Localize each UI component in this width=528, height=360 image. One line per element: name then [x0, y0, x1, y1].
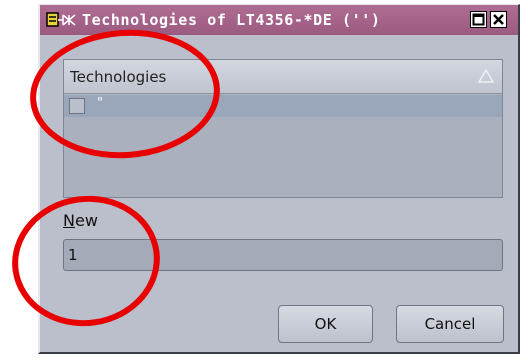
close-icon [493, 14, 504, 25]
maximize-button[interactable] [470, 11, 487, 28]
close-button[interactable] [490, 11, 507, 28]
window-menu-icon[interactable] [46, 11, 76, 29]
window-title: Technologies of LT4356-*DE ('') [82, 11, 381, 29]
cancel-button[interactable]: Cancel [396, 305, 504, 343]
screenshot-page: Technologies of LT4356-*DE ('') Technolo… [0, 0, 528, 360]
maximize-icon [472, 13, 485, 26]
sort-ascending-icon [478, 69, 494, 83]
ok-button[interactable]: OK [278, 305, 373, 343]
